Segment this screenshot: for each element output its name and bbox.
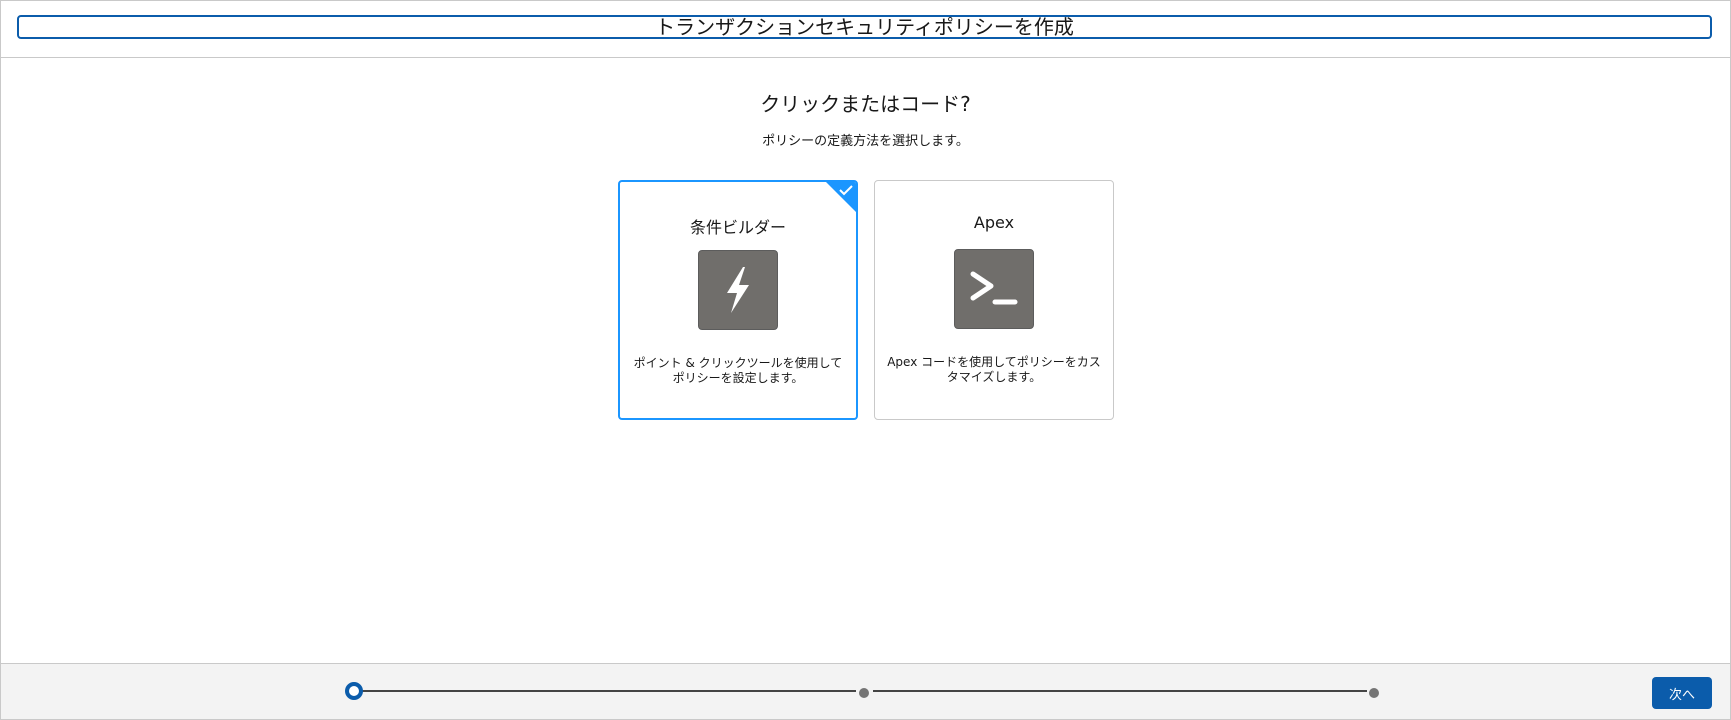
option-card-apex[interactable]: Apex Apex コードを使用してポリシーをカスタマイズします。 <box>874 180 1114 420</box>
page-subheading: ポリシーの定義方法を選択します。 <box>762 134 969 149</box>
option-title-condition-builder: 条件ビルダー <box>689 218 786 237</box>
progress-line <box>873 690 1367 692</box>
modal-header: トランザクションセキュリティポリシーを作成 <box>1 1 1730 58</box>
option-description-condition-builder: ポイント & クリックツールを使用してポリシーを設定します。 <box>633 356 843 385</box>
next-button[interactable]: 次へ <box>1652 677 1712 709</box>
page-heading: クリックまたはコード? <box>760 92 971 116</box>
lightning-bolt-icon <box>698 250 778 330</box>
progress-step-2[interactable] <box>857 686 871 700</box>
modal-content: クリックまたはコード? ポリシーの定義方法を選択します。 条件ビルダー ポイント… <box>1 58 1730 664</box>
progress-step-3[interactable] <box>1367 686 1381 700</box>
progress-indicator <box>345 682 1381 700</box>
progress-step-1[interactable] <box>345 682 363 700</box>
modal-title: トランザクションセキュリティポリシーを作成 <box>17 15 1712 39</box>
terminal-prompt-icon <box>954 249 1034 329</box>
create-policy-modal: トランザクションセキュリティポリシーを作成 クリックまたはコード? ポリシーの定… <box>0 0 1731 720</box>
progress-line <box>361 690 856 692</box>
checkmark-icon <box>839 185 853 196</box>
option-card-condition-builder[interactable]: 条件ビルダー ポイント & クリックツールを使用してポリシーを設定します。 <box>618 180 858 420</box>
modal-footer: 次へ <box>1 663 1730 719</box>
option-title-apex: Apex <box>973 213 1015 232</box>
option-description-apex: Apex コードを使用してポリシーをカスタマイズします。 <box>887 355 1101 384</box>
